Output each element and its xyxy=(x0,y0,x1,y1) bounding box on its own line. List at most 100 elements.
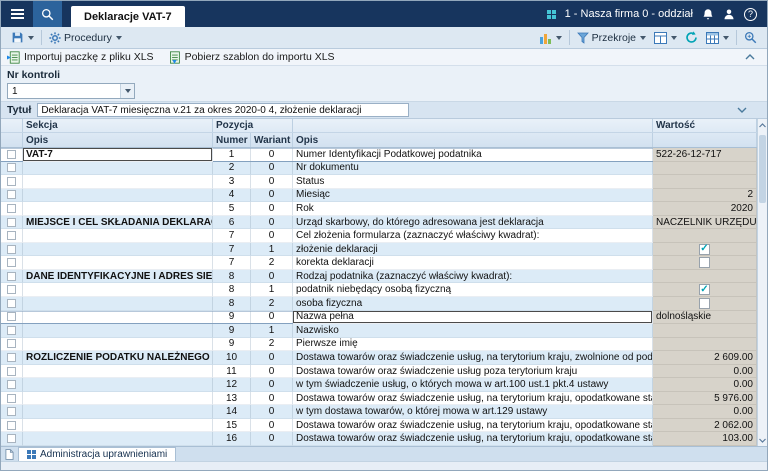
row-checkbox[interactable] xyxy=(7,190,16,199)
row-checkbox[interactable] xyxy=(7,231,16,240)
cell-wariant[interactable]: 0 xyxy=(251,311,293,325)
cell-wariant[interactable]: 1 xyxy=(251,243,293,257)
cell-wariant[interactable]: 0 xyxy=(251,202,293,216)
cell-numer[interactable]: 3 xyxy=(213,175,251,189)
tab-deklaracje-vat7[interactable]: Deklaracje VAT-7 xyxy=(71,6,185,27)
value-checkbox-checked[interactable]: ✓ xyxy=(699,284,710,295)
row-checkbox[interactable] xyxy=(7,245,16,254)
cell-wartosc[interactable]: 0.00 xyxy=(653,378,757,392)
row-checkbox[interactable] xyxy=(7,204,16,213)
procedures-button[interactable]: Procedury xyxy=(45,29,126,47)
header-opis[interactable]: Opis xyxy=(293,133,653,147)
cell-opis[interactable]: Nr dokumentu xyxy=(293,162,653,176)
scroll-down-icon[interactable] xyxy=(758,434,767,446)
apps-grid-icon[interactable] xyxy=(547,10,556,19)
table-row[interactable]: 15 0 Dostawa towarów oraz świadczenie us… xyxy=(1,419,757,433)
chart-button[interactable] xyxy=(535,29,566,47)
cell-wariant[interactable]: 0 xyxy=(251,432,293,446)
cell-wartosc[interactable]: 2 xyxy=(653,189,757,203)
cell-numer[interactable]: 13 xyxy=(213,392,251,406)
cell-numer[interactable]: 1 xyxy=(213,148,251,162)
row-checkbox[interactable] xyxy=(7,326,16,335)
cell-numer[interactable]: 10 xyxy=(213,351,251,365)
zoom-button[interactable] xyxy=(740,29,761,47)
cell-wartosc[interactable] xyxy=(653,324,757,338)
cell-wariant[interactable]: 0 xyxy=(251,148,293,162)
row-checkbox[interactable] xyxy=(7,299,16,308)
cell-wartosc[interactable]: 5 976.00 xyxy=(653,392,757,406)
table-row[interactable]: MIEJSCE I CEL SKŁADANIA DEKLARACJI 6 0 U… xyxy=(1,216,757,230)
cell-wartosc[interactable]: ✓ xyxy=(653,283,757,297)
cell-sekcja[interactable] xyxy=(23,202,213,216)
cell-sekcja[interactable] xyxy=(23,297,213,311)
cell-wartosc[interactable]: ✓ xyxy=(653,243,757,257)
table-row[interactable]: DANE IDENTYFIKACYJNE I ADRES SIEDZIBY* 8… xyxy=(1,270,757,284)
cell-sekcja[interactable] xyxy=(23,256,213,270)
cell-wartosc[interactable]: 103.00 xyxy=(653,432,757,446)
cell-opis[interactable]: Nazwisko xyxy=(293,324,653,338)
row-checkbox[interactable] xyxy=(7,150,16,159)
cell-opis[interactable]: osoba fizyczna xyxy=(293,297,653,311)
cell-wariant[interactable]: 1 xyxy=(251,324,293,338)
cell-sekcja[interactable] xyxy=(23,243,213,257)
cell-sekcja[interactable] xyxy=(23,324,213,338)
cell-wariant[interactable]: 0 xyxy=(251,162,293,176)
cell-sekcja[interactable] xyxy=(23,392,213,406)
table-row[interactable]: ROZLICZENIE PODATKU NALEŻNEGO 10 0 Dosta… xyxy=(1,351,757,365)
cell-opis[interactable]: Urząd skarbowy, do którego adresowana je… xyxy=(293,216,653,230)
cell-sekcja[interactable] xyxy=(23,365,213,379)
cell-sekcja[interactable] xyxy=(23,189,213,203)
przekroje-button[interactable]: Przekroje xyxy=(573,29,650,47)
cell-numer[interactable]: 4 xyxy=(213,189,251,203)
cell-opis[interactable]: Dostawa towarów oraz świadczenie usług, … xyxy=(293,432,653,446)
cell-wartosc[interactable] xyxy=(653,256,757,270)
row-checkbox[interactable] xyxy=(7,407,16,416)
cell-sekcja[interactable] xyxy=(23,338,213,352)
value-checkbox-unchecked[interactable] xyxy=(699,298,710,309)
nr-kontroli-select[interactable]: 1 xyxy=(7,83,135,99)
cell-numer[interactable]: 8 xyxy=(213,297,251,311)
menu-icon[interactable] xyxy=(1,1,33,27)
cell-opis[interactable]: w tym świadczenie usług, o których mowa … xyxy=(293,378,653,392)
row-checkbox[interactable] xyxy=(7,353,16,362)
row-checkbox[interactable] xyxy=(7,380,16,389)
cell-numer[interactable]: 15 xyxy=(213,419,251,433)
value-checkbox-unchecked[interactable] xyxy=(699,257,710,268)
combo-caret[interactable] xyxy=(120,84,134,98)
cell-sekcja[interactable] xyxy=(23,419,213,433)
cell-sekcja[interactable] xyxy=(23,378,213,392)
cell-numer[interactable]: 9 xyxy=(213,338,251,352)
cell-sekcja[interactable] xyxy=(23,229,213,243)
cell-wariant[interactable]: 0 xyxy=(251,351,293,365)
cell-sekcja[interactable] xyxy=(23,311,213,325)
cell-opis[interactable]: Dostawa towarów oraz świadczenie usług p… xyxy=(293,365,653,379)
row-checkbox[interactable] xyxy=(7,367,16,376)
cell-numer[interactable]: 14 xyxy=(213,405,251,419)
row-checkbox[interactable] xyxy=(7,421,16,430)
cell-wariant[interactable]: 0 xyxy=(251,175,293,189)
table-row[interactable]: 7 0 Cel złożenia formularza (zaznaczyć w… xyxy=(1,229,757,243)
title-input[interactable]: Deklaracja VAT-7 miesięczna v.21 za okre… xyxy=(37,103,409,117)
cell-numer[interactable]: 12 xyxy=(213,378,251,392)
cell-wartosc[interactable]: 0.00 xyxy=(653,405,757,419)
cell-numer[interactable]: 7 xyxy=(213,229,251,243)
collapse-panel-button[interactable] xyxy=(745,54,761,60)
value-checkbox-checked[interactable]: ✓ xyxy=(699,244,710,255)
cell-wariant[interactable]: 0 xyxy=(251,270,293,284)
cell-opis[interactable]: korekta deklaracji xyxy=(293,256,653,270)
table-row[interactable]: 8 1 podatnik niebędący osobą fizyczną ✓ xyxy=(1,283,757,297)
cell-wariant[interactable]: 0 xyxy=(251,405,293,419)
cell-opis[interactable]: Status xyxy=(293,175,653,189)
cell-wariant[interactable]: 0 xyxy=(251,216,293,230)
scrollbar-track[interactable] xyxy=(758,131,767,434)
cell-numer[interactable]: 9 xyxy=(213,311,251,325)
cell-wariant[interactable]: 0 xyxy=(251,378,293,392)
cell-opis[interactable]: Numer Identyfikacji Podatkowej podatnika xyxy=(293,148,653,162)
company-selector[interactable]: 1 - Nasza firma 0 - oddział xyxy=(565,8,693,20)
cell-numer[interactable]: 9 xyxy=(213,324,251,338)
cell-wariant[interactable]: 1 xyxy=(251,283,293,297)
cell-wariant[interactable]: 2 xyxy=(251,297,293,311)
cell-wartosc[interactable]: 0.00 xyxy=(653,365,757,379)
cell-wartosc[interactable]: 2 609.00 xyxy=(653,351,757,365)
cell-opis[interactable]: Pierwsze imię xyxy=(293,338,653,352)
